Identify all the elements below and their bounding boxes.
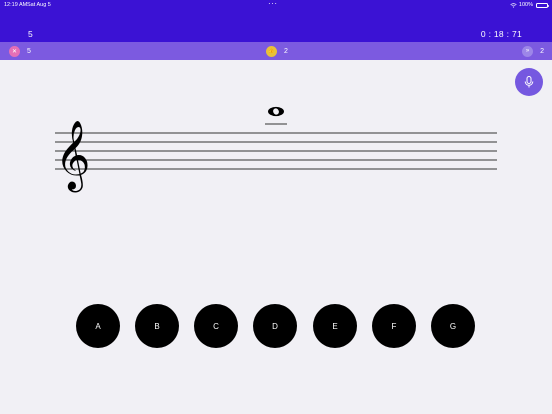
status-date: Sat Aug 5: [27, 2, 51, 8]
status-time: 12:19 AM: [4, 2, 28, 8]
note-button-d[interactable]: D: [253, 304, 297, 348]
note-buttons: A B C D E F G: [76, 304, 476, 348]
whole-note: [268, 106, 284, 117]
note-button-a[interactable]: A: [76, 304, 120, 348]
top-header: 12:19 AM Sat Aug 5 ··· 100% 5 0 : 18 : 7…: [0, 0, 552, 42]
wrong-count-item: ✕ 5: [9, 45, 31, 57]
battery-percent: 100%: [518, 2, 533, 8]
note-button-g[interactable]: G: [431, 304, 475, 348]
microphone-icon: [524, 76, 534, 88]
battery-icon: [536, 2, 549, 8]
note-button-c[interactable]: C: [194, 304, 238, 348]
wrong-count: 5: [27, 47, 31, 55]
status-bar: 12:19 AM Sat Aug 5 ··· 100%: [0, 0, 552, 10]
correct-count-item: 👍 2: [266, 45, 288, 57]
x-icon: ✕: [9, 45, 20, 57]
elapsed-timer: 0 : 18 : 71: [480, 29, 522, 39]
note-button-e[interactable]: E: [313, 304, 357, 348]
multitasking-dots-icon[interactable]: ···: [268, 0, 278, 8]
skip-icon: »: [522, 45, 534, 57]
correct-count: 2: [284, 47, 288, 55]
note-button-f[interactable]: F: [372, 304, 416, 348]
status-indicators: 100%: [510, 2, 549, 8]
music-staff: 𝄞: [55, 106, 497, 192]
skipped-count: 2: [540, 47, 544, 55]
score-bar: ✕ 5 👍 2 » 2: [0, 42, 552, 60]
thumbs-up-icon: 👍: [266, 45, 277, 57]
treble-clef-icon: 𝄞: [55, 120, 90, 192]
wifi-icon: [510, 2, 517, 8]
question-counter: 5: [28, 29, 33, 39]
staff-lines: [55, 132, 497, 170]
skipped-count-item: » 2: [522, 45, 544, 57]
note-button-b[interactable]: B: [135, 304, 179, 348]
microphone-button[interactable]: [515, 68, 543, 96]
